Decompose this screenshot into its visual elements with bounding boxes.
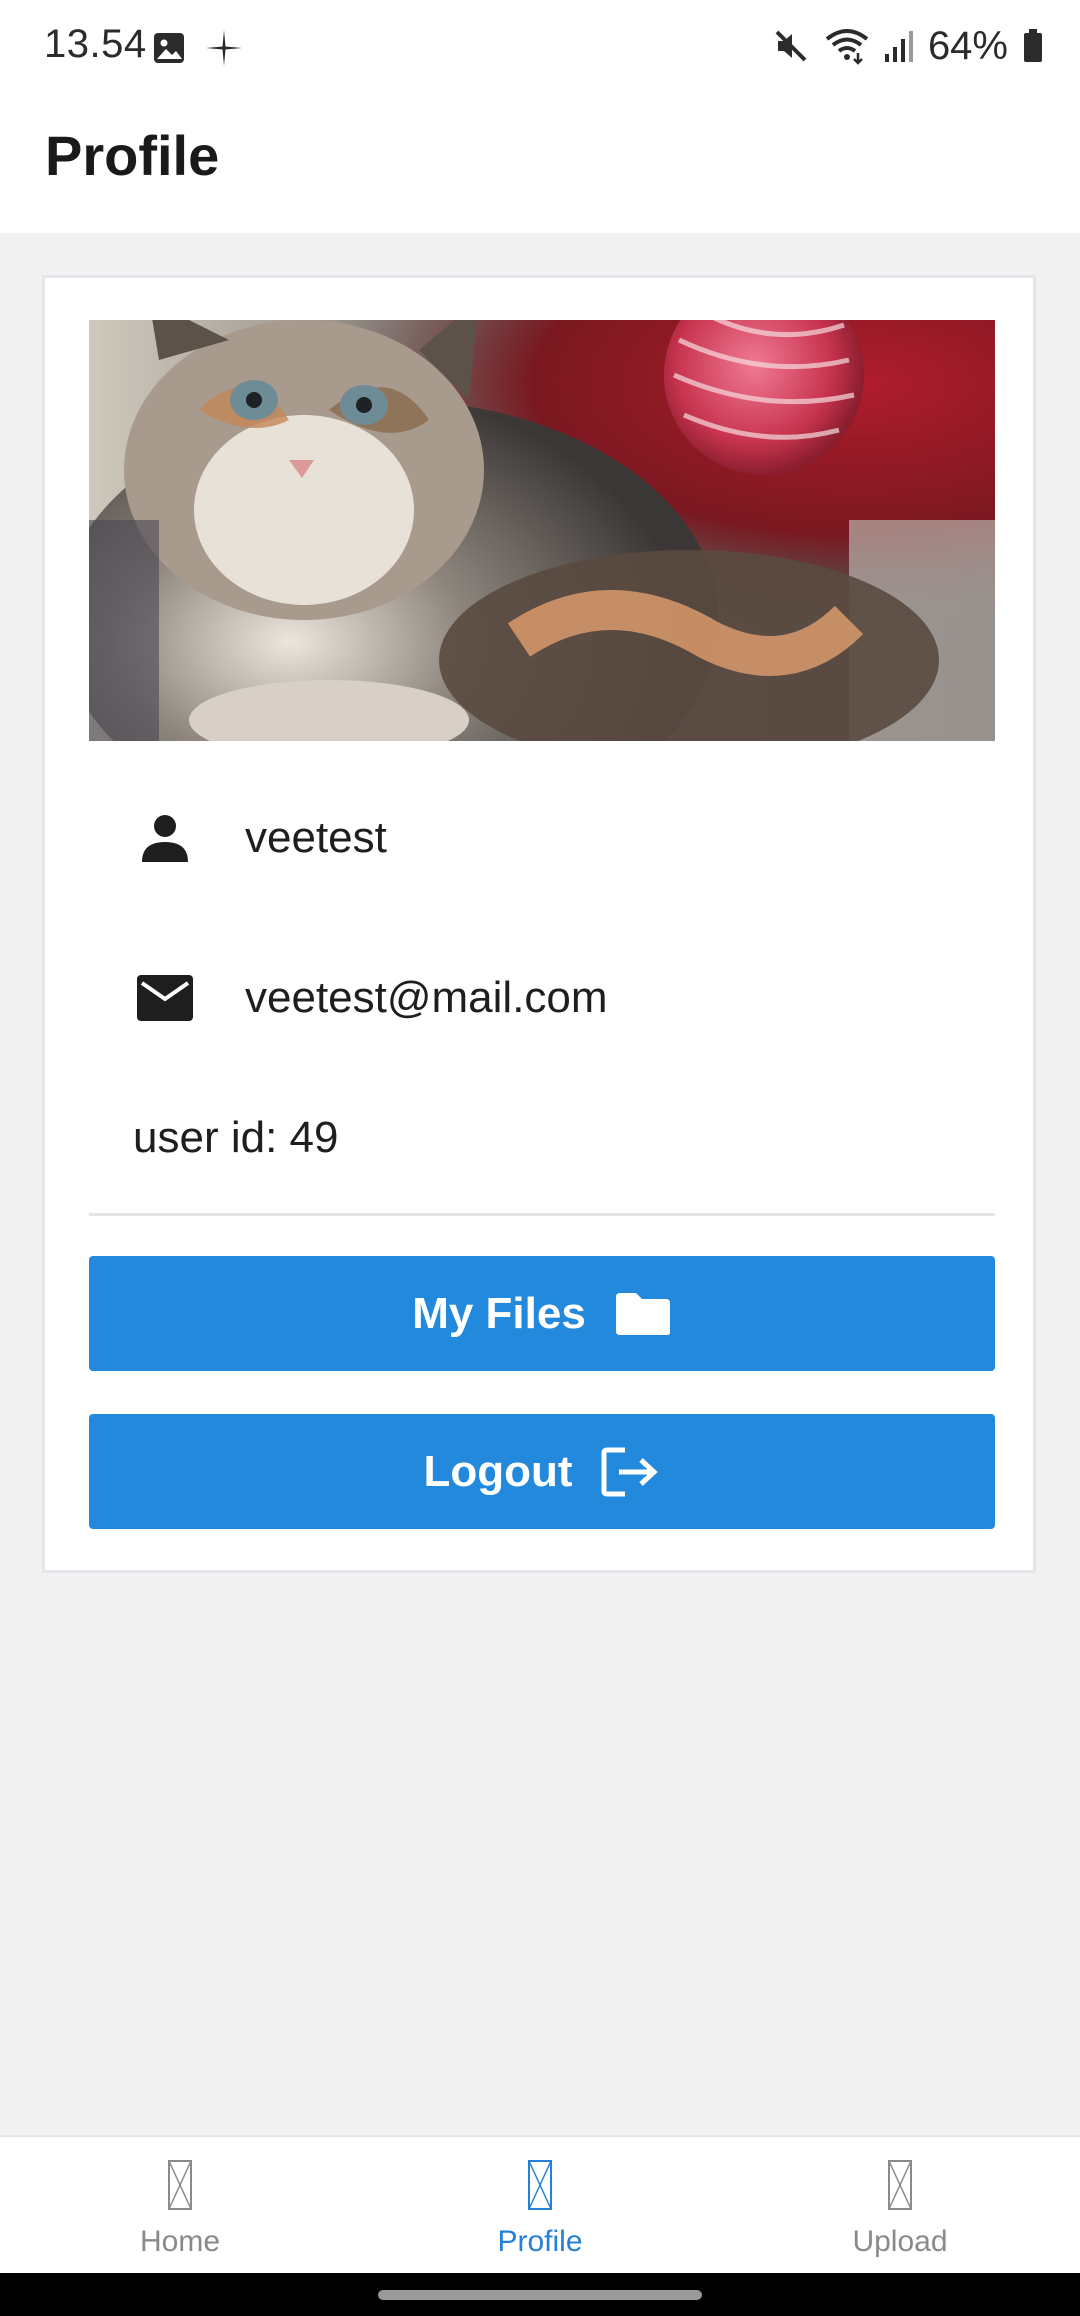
bottom-nav: Home Profile Upload [0,2135,1080,2273]
username: veetest [245,813,387,862]
gallery-icon [154,33,184,63]
battery-icon [1024,29,1042,62]
email-row: veetest@mail.com [89,943,995,1053]
nav-item-home[interactable]: Home [0,2137,360,2273]
sparkle-icon [206,30,242,66]
home-indicator[interactable] [378,2290,702,2300]
status-time: 13.54 [44,22,147,66]
profile-image [89,320,995,741]
logout-label: Logout [423,1446,573,1496]
status-bar: 13.54 64% [0,0,1080,95]
nav-label-profile: Profile [497,2225,583,2258]
status-left-icons [152,28,244,68]
mute-icon [775,30,807,62]
user-id: user id: 49 [133,1113,339,1162]
logout-button[interactable]: Logout [89,1414,995,1529]
status-right-icons: 64% [772,22,1044,70]
battery-percent: 64% [927,23,1008,68]
mail-icon [135,968,195,1028]
app-bar: Profile [0,95,1080,233]
upload-icon [888,2160,912,2210]
my-files-button[interactable]: My Files [89,1256,995,1371]
profile-icon [528,2160,552,2210]
home-icon [168,2160,192,2210]
profile-card: veetest veetest@mail.com user id: 49 My … [42,275,1036,1573]
wifi-icon [825,29,869,65]
system-nav-bar [0,2273,1080,2316]
username-row: veetest [89,783,995,893]
logout-icon [601,1447,658,1496]
my-files-label: My Files [412,1288,586,1338]
nav-label-upload: Upload [852,2225,948,2258]
nav-label-home: Home [139,2225,221,2258]
nav-item-profile[interactable]: Profile [360,2137,720,2273]
signal-icon [884,31,913,62]
folder-icon [615,1292,670,1335]
email: veetest@mail.com [245,973,608,1022]
person-icon [135,808,195,868]
nav-item-upload[interactable]: Upload [720,2137,1080,2273]
page-title: Profile [45,124,220,187]
divider [89,1213,995,1216]
